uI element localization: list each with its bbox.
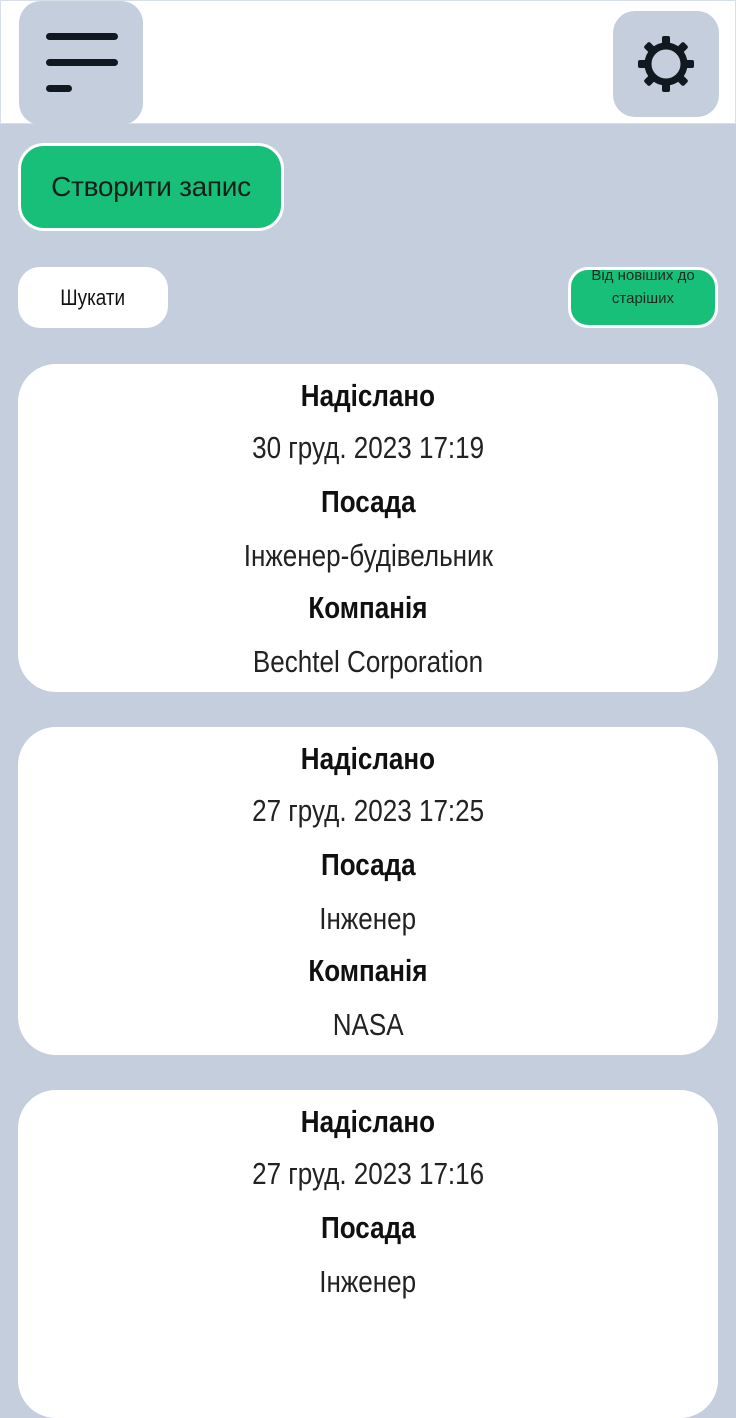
position-value: Інженер <box>319 901 417 936</box>
entry-card[interactable]: Надіслано 27 груд. 2023 17:16 Посада Інж… <box>18 1090 718 1418</box>
create-entry-button[interactable]: Створити запис <box>18 143 284 231</box>
company-label: Компанія <box>308 953 428 988</box>
top-bar <box>0 0 736 125</box>
menu-button[interactable] <box>19 1 143 125</box>
create-entry-label: Створити запис <box>51 171 251 202</box>
entry-card[interactable]: Надіслано 27 груд. 2023 17:25 Посада Інж… <box>18 727 718 1055</box>
company-value: Bechtel Corporation <box>252 644 484 679</box>
position-label: Посада <box>320 484 416 519</box>
company-label: Компанія <box>308 590 428 625</box>
position-label: Посада <box>320 847 416 882</box>
sort-order-label: Від новіших до старіших <box>591 267 695 307</box>
sent-label: Надіслано <box>300 741 436 776</box>
company-value: NASA <box>332 1007 404 1042</box>
search-button[interactable]: Шукати <box>18 267 168 328</box>
search-label: Шукати <box>60 284 126 310</box>
sent-value: 27 груд. 2023 17:25 <box>251 793 485 828</box>
position-value: Інженер <box>319 1264 417 1299</box>
sent-label: Надіслано <box>300 378 436 413</box>
sort-order-button[interactable]: Від новіших до старіших <box>568 267 718 328</box>
entry-card[interactable]: Надіслано 30 груд. 2023 17:19 Посада Інж… <box>18 364 718 692</box>
sent-value: 27 груд. 2023 17:16 <box>251 1156 485 1191</box>
sent-label: Надіслано <box>300 1104 436 1139</box>
settings-button[interactable] <box>613 11 719 117</box>
position-value: Інженер-будівельник <box>243 538 493 573</box>
sent-value: 30 груд. 2023 17:19 <box>251 430 485 465</box>
gear-icon <box>638 36 694 92</box>
position-label: Посада <box>320 1210 416 1245</box>
